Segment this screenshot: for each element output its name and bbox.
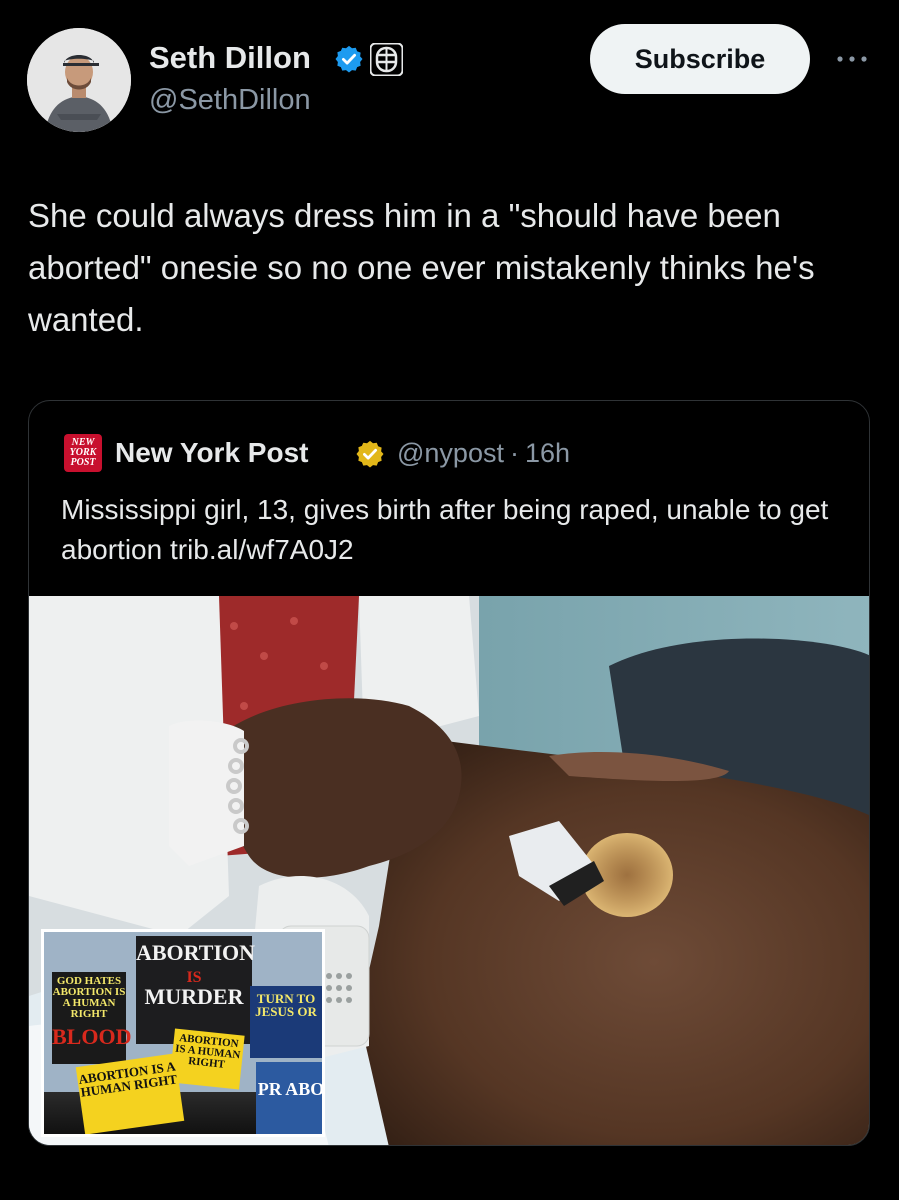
sign-text: MURDER (144, 984, 244, 1009)
tweet-text: She could always dress him in a "should … (28, 197, 815, 338)
tweet-header: Seth Dillon @SethDillon Subscribe (0, 0, 899, 160)
protest-sign: GOD HATES ABORTION IS A HUMAN RIGHT BLOOD (52, 972, 132, 1064)
sign-text: ABORTION IS A HUMAN RIGHT (174, 1032, 241, 1071)
sign-text: ABORTION (136, 940, 256, 965)
verified-badge-icon (335, 45, 363, 73)
quoted-handle[interactable]: @nypost (397, 438, 504, 468)
sign-text: TURN TO JESUS OR (255, 991, 317, 1019)
nypost-logo: NEW YORK POST (64, 434, 102, 472)
sign-text: ABORTION IS A HUMAN RIGHT (77, 1058, 178, 1100)
quoted-timestamp[interactable]: 16h (525, 438, 570, 468)
protest-inset-image: GOD HATES ABORTION IS A HUMAN RIGHT BLOOD … (41, 929, 325, 1137)
protest-sign: ABORTION IS A HUMAN RIGHT (169, 1028, 245, 1090)
sign-text: ABORTION IS A HUMAN RIGHT (52, 986, 126, 1020)
author-name[interactable]: Seth Dillon (149, 40, 311, 76)
quoted-meta: @nypost · 16h (397, 438, 570, 469)
affiliate-badge-icon[interactable] (370, 43, 403, 76)
meta-separator: · (509, 438, 519, 468)
quoted-tweet[interactable]: NEW YORK POST New York Post @nypost · 16h … (28, 400, 870, 1146)
nypost-logo-text: NEW YORK POST (69, 437, 97, 468)
sign-text: PR ABO (257, 1079, 325, 1099)
protest-sign: ABORTION IS A HUMAN RIGHT (75, 1053, 185, 1134)
protest-sign: PR ABO (256, 1062, 325, 1134)
author-handle[interactable]: @SethDillon (149, 84, 311, 117)
author-avatar[interactable] (27, 28, 131, 132)
more-options-icon[interactable] (834, 48, 870, 70)
subscribe-button[interactable]: Subscribe (590, 24, 810, 94)
protest-sign: ABORTION IS MURDER (136, 936, 256, 1044)
avatar-photo (27, 28, 131, 132)
gold-verified-badge-icon (356, 440, 384, 468)
quoted-author-name[interactable]: New York Post (115, 437, 308, 469)
protest-sign: TURN TO JESUS OR (250, 986, 322, 1058)
quoted-media-image[interactable]: GOD HATES ABORTION IS A HUMAN RIGHT BLOOD … (29, 596, 869, 1145)
quoted-text: Mississippi girl, 13, gives birth after … (61, 494, 829, 565)
sign-text: BLOOD (52, 1024, 132, 1049)
